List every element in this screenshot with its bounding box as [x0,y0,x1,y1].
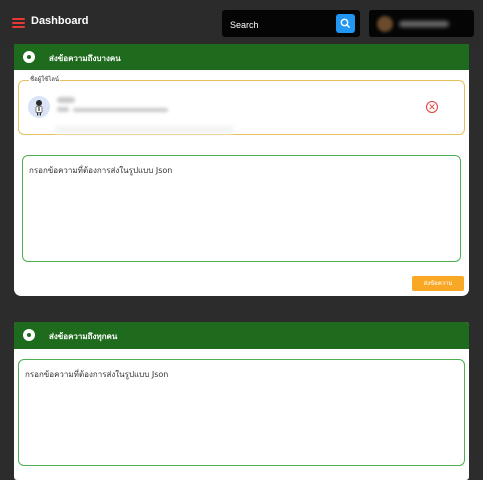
search-bar [222,10,360,37]
radio-dot-icon [23,51,35,63]
user-avatar-icon [28,96,50,118]
line-users-label: ชื่อผู้ใช้ไลน์ [29,75,60,85]
radio-dot-icon [23,329,35,341]
search-button[interactable] [336,14,355,33]
user-chip-text-blurred [57,95,207,121]
send-message-button[interactable]: ส่งข้อความ [412,276,464,291]
json-message-input-all[interactable] [18,359,465,466]
search-input[interactable] [228,16,332,33]
top-bar: Dashboard [0,0,483,46]
chip-shadow [54,126,234,134]
user-name-blurred [399,21,449,27]
page-title: Dashboard [31,15,89,27]
user-profile-button[interactable] [369,10,474,37]
search-icon [340,18,350,28]
send-some-header[interactable]: ส่งข้อความถึงบางคน [14,44,469,70]
avatar [377,16,393,32]
send-all-title: ส่งข้อความถึงทุกคน [49,332,118,341]
send-some-card: ส่งข้อความถึงบางคน ชื่อผู้ใช้ไลน์ ✕ ส่งข… [14,44,469,296]
send-some-title: ส่งข้อความถึงบางคน [49,54,121,63]
send-all-card: ส่งข้อความถึงทุกคน [14,322,469,480]
json-message-input[interactable] [22,155,461,262]
menu-icon[interactable] [12,18,25,28]
remove-user-icon[interactable]: ✕ [426,101,438,113]
send-all-header[interactable]: ส่งข้อความถึงทุกคน [14,322,469,349]
